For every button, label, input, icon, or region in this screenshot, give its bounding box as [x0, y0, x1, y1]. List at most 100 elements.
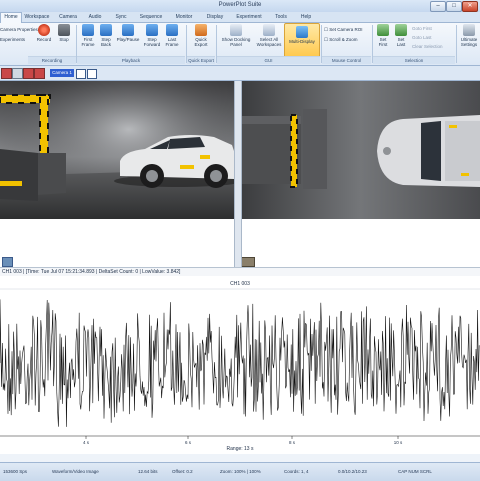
- tab-sequence[interactable]: Sequence: [136, 13, 166, 22]
- view-corner-icon[interactable]: [2, 257, 13, 267]
- status-bar: 153600 Sps Waveform/Video Image 12.64 bi…: [0, 462, 480, 481]
- tab-workspace[interactable]: Workspace: [22, 13, 52, 22]
- show-docking-panel-button[interactable]: Show Docking Panel: [219, 24, 253, 47]
- camera-view-right[interactable]: [241, 81, 480, 219]
- camera-properties-button[interactable]: Camera Properties: [0, 27, 38, 32]
- stop-icon: [58, 24, 70, 36]
- first-frame-label: First Frame: [81, 37, 95, 47]
- camera-toolbar: Camera 1: [0, 66, 480, 81]
- export-icon: [195, 24, 207, 36]
- step-back-icon: [100, 24, 112, 36]
- status-range: 0.0/10.2/10.23: [338, 469, 367, 474]
- tick-label: 4 s: [83, 440, 90, 445]
- set-camera-roi-checkbox[interactable]: ☐ Set Camera ROI: [324, 27, 363, 33]
- status-coords: Coords: 1, 4: [284, 469, 309, 474]
- channel-info-text: CH1 003 | [Time: Tue Jul 07 15:21:34.893…: [2, 269, 181, 275]
- play-pause-label: Play/Pause: [116, 37, 140, 42]
- waveform-plot: CH1 003 4 s 6 s 8 s 10 s Range: 13 s: [0, 281, 480, 452]
- step-forward-label: Step Forward: [143, 37, 161, 47]
- tick-group: [85, 436, 399, 439]
- set-last-icon: [395, 24, 407, 36]
- camera-frame-top-view: [241, 81, 480, 219]
- tab-camera[interactable]: Camera: [56, 13, 80, 22]
- tab-home[interactable]: Home: [0, 12, 22, 23]
- scroll-zoom-checkbox[interactable]: ☐ Scroll & Zoom: [324, 37, 358, 43]
- goto-last-button[interactable]: Goto Last: [412, 35, 432, 40]
- group-label-playback: Playback: [77, 56, 185, 64]
- tab-display[interactable]: Display: [202, 13, 228, 22]
- group-label-recording: Recording: [28, 56, 76, 64]
- tab-sync[interactable]: Sync: [110, 13, 132, 22]
- waveform-panel[interactable]: CH1 003 4 s 6 s 8 s 10 s Range: 13 s: [0, 276, 480, 454]
- record-label: Record: [36, 37, 52, 42]
- experiments-button[interactable]: Experiments: [0, 37, 25, 42]
- record-icon: [38, 24, 50, 36]
- snapshot-icon[interactable]: [23, 68, 34, 79]
- clear-selection-button[interactable]: Clear Selection: [412, 44, 443, 49]
- select-all-workspaces-button[interactable]: Select All Workspaces: [254, 24, 284, 47]
- quick-export-button[interactable]: Quick Export: [190, 24, 212, 47]
- group-divider: [456, 25, 457, 63]
- tab-help[interactable]: Help: [296, 13, 316, 22]
- status-offset: Offset: 0.2: [172, 469, 193, 474]
- set-first-label: Set First: [378, 37, 388, 47]
- set-last-button[interactable]: Set Last: [393, 24, 409, 47]
- multi-display-button[interactable]: Multi-Display: [284, 23, 320, 58]
- camera-tab[interactable]: Camera 1: [50, 69, 74, 77]
- set-last-label: Set Last: [396, 37, 406, 47]
- tick-label: 10 s: [394, 440, 403, 445]
- tab-tools[interactable]: Tools: [270, 13, 292, 22]
- app-title: PowerPlot Suite: [218, 2, 262, 8]
- step-forward-button[interactable]: Step Forward: [142, 24, 162, 47]
- camera-view-left-empty: [0, 219, 234, 267]
- record-button[interactable]: Record: [34, 24, 54, 42]
- waveform-channel-title: CH1 003: [230, 281, 250, 287]
- ultimate-settings-button[interactable]: Ultimate Settings: [458, 24, 480, 47]
- tab-experiment[interactable]: Experiment: [232, 13, 266, 22]
- range-label: Range: 13 s: [227, 446, 254, 452]
- group-label-quick-export: Quick Export: [187, 56, 215, 64]
- goto-first-button[interactable]: Goto First: [412, 26, 432, 31]
- view-splitter[interactable]: [234, 81, 242, 267]
- tick-label: 8 s: [289, 440, 296, 445]
- play-pause-button[interactable]: Play/Pause: [115, 24, 141, 42]
- close-button[interactable]: ✕: [462, 1, 478, 12]
- step-back-button[interactable]: Step Back: [97, 24, 115, 47]
- status-source: Waveform/Video Image: [52, 469, 99, 474]
- first-frame-icon: [82, 24, 94, 36]
- waveform-trace: [0, 299, 480, 427]
- ribbon: Camera Properties Experiments Record Sto…: [0, 23, 480, 66]
- maximize-button[interactable]: □: [446, 1, 462, 12]
- status-mode: CAP NUM SCRL: [398, 469, 432, 474]
- scroll-zoom-label: Scroll & Zoom: [329, 37, 358, 42]
- tab-monitor[interactable]: Monitor: [170, 13, 198, 22]
- camera-view-left[interactable]: [0, 81, 234, 219]
- workspaces-icon: [263, 24, 275, 36]
- minimize-button[interactable]: –: [430, 1, 446, 12]
- group-label-gui: GUI: [217, 56, 320, 64]
- first-frame-button[interactable]: First Frame: [78, 24, 98, 47]
- ribbon-tabs: Home Workspace Camera Audio Sync Sequenc…: [0, 12, 480, 23]
- zoom-icon[interactable]: [12, 68, 23, 79]
- group-label-selection: Selection: [373, 56, 455, 64]
- stop-button[interactable]: Stop: [55, 24, 73, 42]
- camera-options-icon[interactable]: [76, 69, 86, 79]
- set-camera-roi-label: Set Camera ROI: [329, 27, 363, 32]
- quick-export-label: Quick Export: [194, 37, 208, 47]
- settings-view-icon[interactable]: [34, 68, 45, 79]
- multi-display-icon: [296, 26, 308, 38]
- multi-display-label: Multi-Display: [289, 39, 315, 44]
- stop-label: Stop: [59, 37, 69, 42]
- group-label-mouse-control: Mouse Control: [322, 56, 371, 64]
- select-all-workspaces-label: Select All Workspaces: [256, 37, 282, 47]
- docking-panel-label: Show Docking Panel: [221, 37, 251, 47]
- record-view-icon[interactable]: [1, 68, 12, 79]
- camera-layout-icon[interactable]: [87, 69, 97, 79]
- set-first-button[interactable]: Set First: [375, 24, 391, 47]
- camera-frame-side-view: [0, 81, 234, 219]
- last-frame-button[interactable]: Last Frame: [162, 24, 182, 47]
- view-corner-icon[interactable]: [241, 257, 255, 267]
- tab-audio[interactable]: Audio: [84, 13, 106, 22]
- gear-icon: [463, 24, 475, 36]
- ultimate-settings-label: Ultimate Settings: [460, 37, 478, 47]
